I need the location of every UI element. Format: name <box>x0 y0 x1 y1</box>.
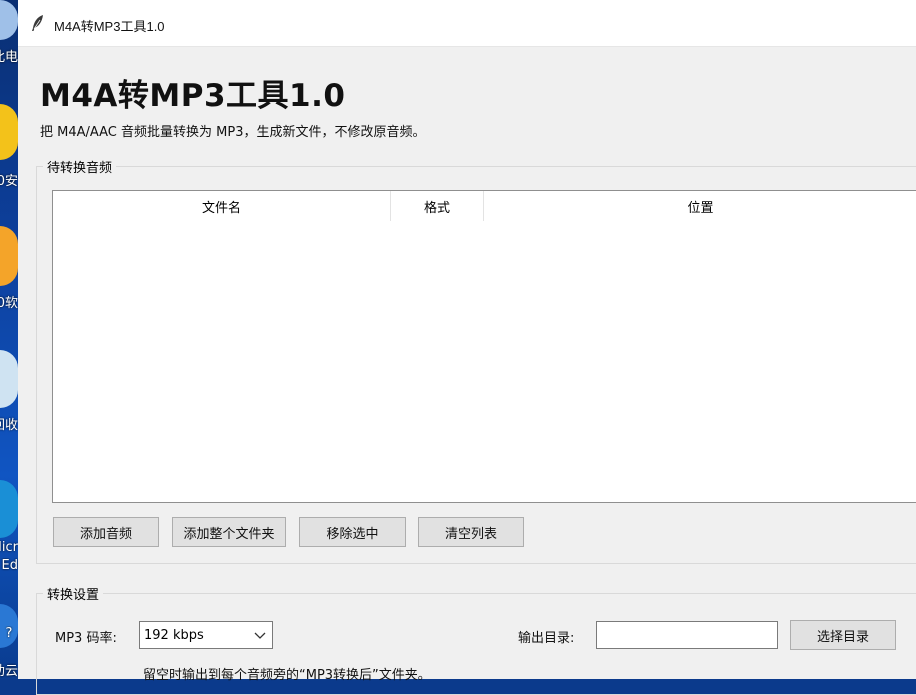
column-header-location[interactable]: 位置 <box>484 191 916 221</box>
this-pc-icon[interactable] <box>0 0 18 40</box>
column-header-filename[interactable]: 文件名 <box>53 191 391 221</box>
choose-dir-button[interactable]: 选择目录 <box>790 620 896 650</box>
output-hint: 留空时输出到每个音频旁的“MP3转换后”文件夹。 <box>143 668 431 683</box>
page-title: M4A转MP3工具1.0 <box>40 78 346 114</box>
output-dir-label: 输出目录: <box>518 631 575 646</box>
desktop-label-edge-1: Micr <box>0 540 18 555</box>
desktop-label-recycle-bin: 回收 <box>0 418 18 433</box>
output-dir-input[interactable] <box>596 621 778 649</box>
column-header-format[interactable]: 格式 <box>391 191 484 221</box>
desktop-label-edge-2: Ed <box>1 558 18 573</box>
bitrate-value: 192 kbps <box>144 627 204 643</box>
desktop-label-help-char: ? <box>5 626 13 641</box>
add-audio-button[interactable]: 添加音频 <box>53 517 159 547</box>
recycle-bin-icon[interactable] <box>0 350 18 408</box>
window-title: M4A转MP3工具1.0 <box>54 19 165 34</box>
bitrate-select[interactable]: 192 kbps <box>139 621 273 649</box>
page-subtitle: 把 M4A/AAC 音频批量转换为 MP3，生成新文件，不修改原音频。 <box>40 125 426 140</box>
add-folder-button[interactable]: 添加整个文件夹 <box>172 517 286 547</box>
queue-group-label: 待转换音频 <box>43 157 117 176</box>
desktop-label-software: 0软 <box>0 296 18 311</box>
desktop-label-security: 0安 <box>0 174 18 189</box>
clear-list-button[interactable]: 清空列表 <box>418 517 524 547</box>
chevron-down-icon <box>254 632 266 639</box>
remove-selected-button[interactable]: 移除选中 <box>299 517 406 547</box>
security-app-icon[interactable] <box>0 104 18 160</box>
settings-group-label: 转换设置 <box>43 584 104 603</box>
desktop-label-cloud: 助云 <box>0 664 18 679</box>
edge-browser-icon[interactable] <box>0 480 18 538</box>
file-list-table[interactable]: 文件名 格式 位置 <box>52 190 916 503</box>
table-header: 文件名 格式 位置 <box>53 191 916 221</box>
software-manager-icon[interactable] <box>0 226 18 286</box>
app-window: M4A转MP3工具1.0 M4A转MP3工具1.0 把 M4A/AAC 音频批量… <box>18 0 916 695</box>
desktop-background: 此电 0安 0软 回收 Micr Ed ? 助云 <box>0 0 18 679</box>
desktop-label-this-pc: 此电 <box>0 50 18 65</box>
title-bar[interactable]: M4A转MP3工具1.0 <box>18 0 916 47</box>
feather-icon <box>32 15 43 31</box>
bitrate-label: MP3 码率: <box>55 631 117 646</box>
